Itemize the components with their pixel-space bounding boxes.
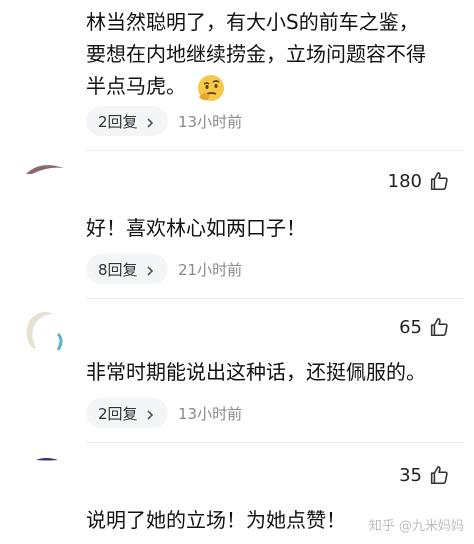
like-button[interactable]: 180 bbox=[388, 170, 450, 192]
reply-count: 2回复 bbox=[98, 404, 138, 423]
like-button[interactable]: 65 bbox=[399, 316, 450, 338]
comment-time: 21小时前 bbox=[178, 261, 243, 279]
reply-count: 2回复 bbox=[98, 112, 138, 131]
chevron-right-icon bbox=[144, 115, 156, 128]
comment-time: 13小时前 bbox=[178, 405, 243, 423]
avatar[interactable] bbox=[18, 152, 70, 204]
thinking-emoji-icon bbox=[196, 73, 226, 103]
avatar[interactable] bbox=[18, 446, 70, 498]
reply-button[interactable]: 8回复 bbox=[86, 254, 168, 284]
divider bbox=[86, 442, 464, 443]
watermark: 知乎 @九米妈妈 bbox=[368, 519, 464, 534]
divider bbox=[86, 298, 464, 299]
thumbs-up-icon bbox=[430, 317, 448, 337]
comment-text: 说明了她的立场！为她点赞！ bbox=[86, 508, 346, 532]
comment-line: 要想在内地继续捞金，立场问题容不得 bbox=[86, 42, 426, 66]
avatar[interactable] bbox=[18, 304, 70, 356]
comment-line-text: 半点马虎。 bbox=[86, 74, 186, 98]
comment-time: 13小时前 bbox=[178, 113, 243, 131]
divider bbox=[86, 150, 464, 151]
chevron-right-icon bbox=[144, 263, 156, 276]
comment-line: 林当然聪明了，有大小S的前车之鉴， bbox=[86, 10, 419, 34]
like-count: 180 bbox=[387, 170, 422, 192]
like-count: 35 bbox=[399, 464, 422, 486]
comment-text: 林当然聪明了，有大小S的前车之鉴， 要想在内地继续捞金，立场问题容不得 半点马虎… bbox=[86, 6, 426, 103]
chevron-right-icon bbox=[144, 407, 156, 420]
like-button[interactable]: 35 bbox=[399, 464, 450, 486]
comment-text: 好！喜欢林心如两口子！ bbox=[86, 216, 306, 240]
thumbs-up-icon bbox=[430, 171, 448, 191]
comment-text: 非常时期能说出这种话，还挺佩服的。 bbox=[86, 360, 426, 384]
comment-line: 半点马虎。 bbox=[86, 70, 426, 103]
reply-button[interactable]: 2回复 bbox=[86, 398, 168, 428]
thumbs-up-icon bbox=[430, 465, 448, 485]
reply-count: 8回复 bbox=[98, 260, 138, 279]
like-count: 65 bbox=[399, 316, 422, 338]
reply-button[interactable]: 2回复 bbox=[86, 106, 168, 136]
